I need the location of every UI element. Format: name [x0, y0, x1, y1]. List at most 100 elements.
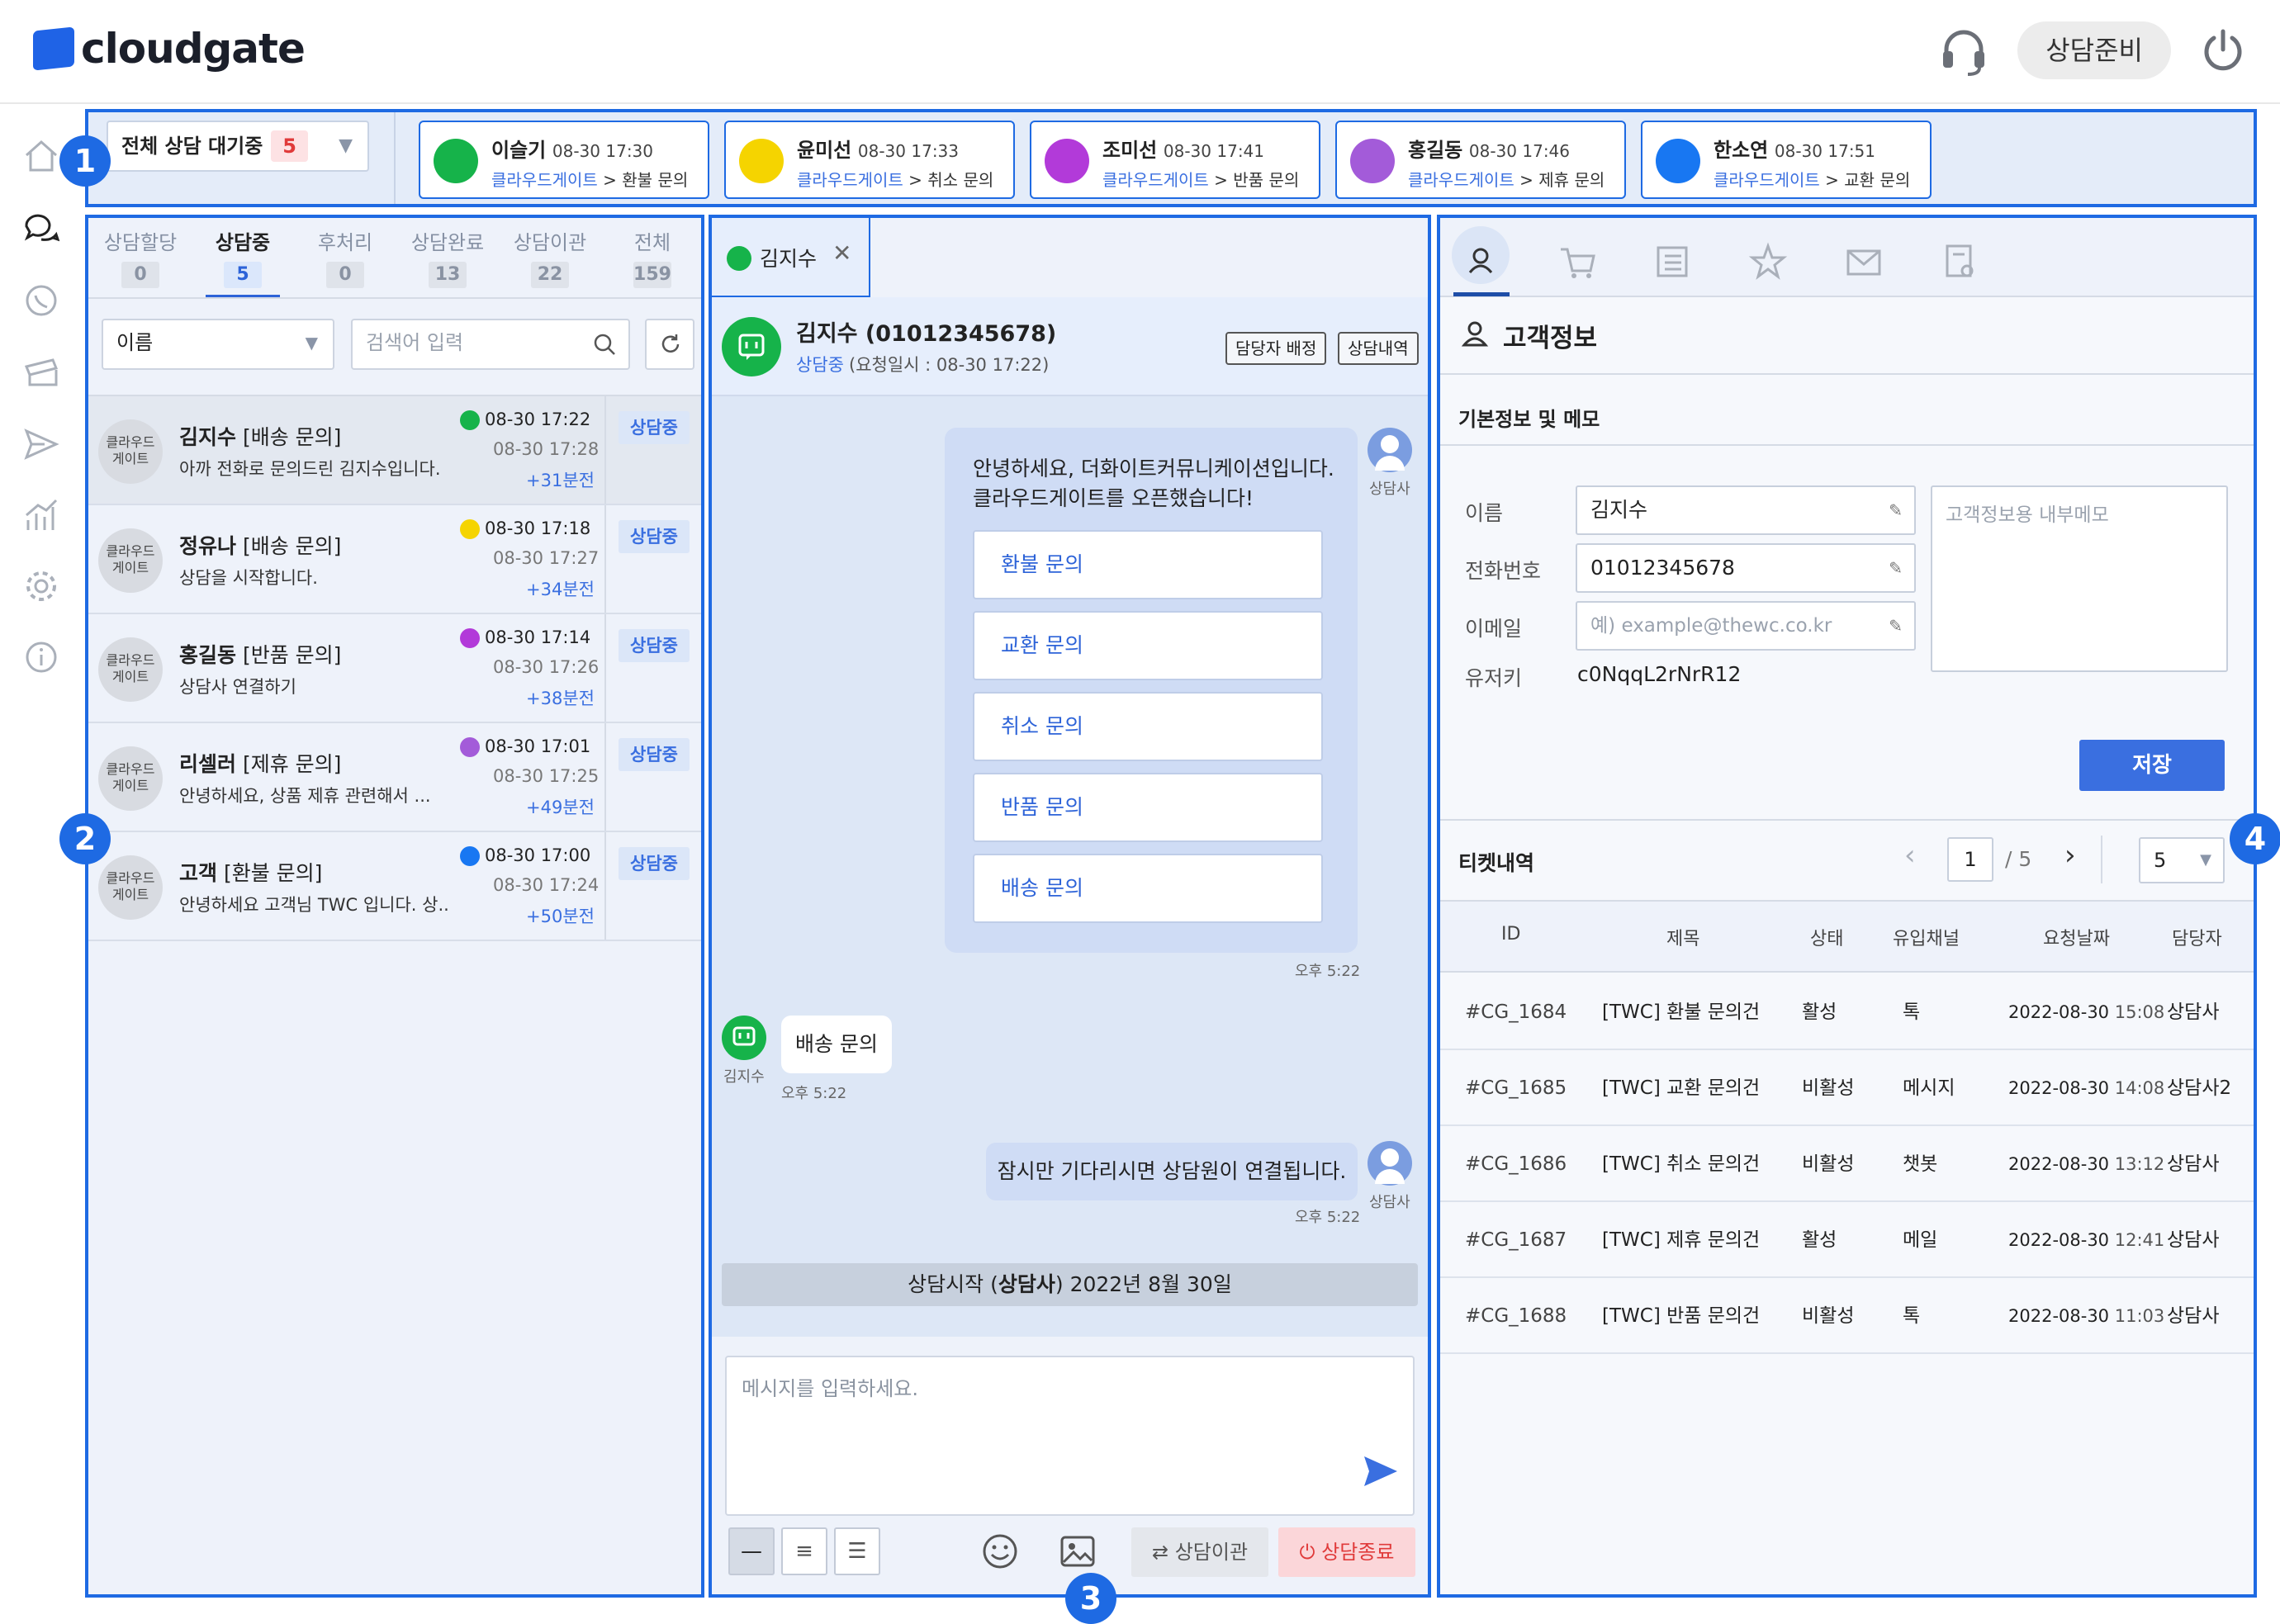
- logo[interactable]: cloudgate: [33, 25, 306, 73]
- doc-search-icon[interactable]: [1926, 230, 1993, 294]
- power-icon: ⏻: [1299, 1541, 1322, 1564]
- power-icon[interactable]: [2199, 26, 2247, 74]
- page-input[interactable]: 1: [1947, 837, 1993, 882]
- page-size-value: 5: [2154, 849, 2167, 872]
- quick-reply-option[interactable]: 환불 문의: [973, 530, 1323, 599]
- queue-card-title: 윤미선 08-30 17:33: [797, 134, 959, 163]
- save-button[interactable]: 저장: [2079, 740, 2225, 791]
- cart-icon[interactable]: [1543, 230, 1610, 294]
- chat-icon[interactable]: [23, 210, 59, 246]
- queue-filter-select[interactable]: 전체 상담 대기중 5 ▼: [107, 121, 369, 172]
- queue-card-brand: 클라우드게이트: [797, 170, 903, 190]
- name-field[interactable]: 김지수 ✎: [1576, 485, 1916, 535]
- divider: [604, 505, 606, 613]
- next-page-icon[interactable]: ›: [2064, 839, 2076, 872]
- list-tab[interactable]: 전체 159: [600, 218, 704, 297]
- headset-icon[interactable]: [1938, 25, 1989, 76]
- section-badge-2: 2: [59, 813, 111, 864]
- list-item[interactable]: 클라우드 게이트 리셀러 [제휴 문의] 안녕하세요, 상품 제휴 관련해서 ... 0…: [88, 723, 701, 832]
- image-icon[interactable]: [1059, 1532, 1097, 1570]
- status-button[interactable]: 상담준비: [2017, 21, 2171, 79]
- list-tab[interactable]: 상담완료 13: [396, 218, 500, 297]
- stats-icon[interactable]: [23, 497, 59, 533]
- customer-info-title: 고객정보: [1503, 324, 1598, 353]
- list-item[interactable]: 클라우드 게이트 홍길동 [반품 문의] 상담사 연결하기 08-30 17:14 08-…: [88, 614, 701, 723]
- ticket-state: 비활성: [1802, 1153, 1855, 1175]
- send-icon[interactable]: [23, 426, 59, 462]
- greeting-line-1: 안녕하세요, 더화이트커뮤니케이션입니다.: [973, 457, 1334, 481]
- email-field[interactable]: 예) example@thewc.co.kr ✎: [1576, 601, 1916, 651]
- star-icon[interactable]: [1734, 230, 1802, 294]
- col-owner: 담당자: [2172, 929, 2222, 949]
- ticket-date-day: 2022-08-30: [2008, 1230, 2110, 1250]
- quick-reply-option[interactable]: 반품 문의: [973, 773, 1323, 842]
- queue-card-name: 윤미선: [797, 139, 852, 162]
- ticket-title: [TWC] 환불 문의건: [1602, 1001, 1761, 1023]
- list-tab[interactable]: 상담중 5: [191, 218, 295, 297]
- align-left-button[interactable]: —: [728, 1527, 775, 1575]
- end-consultation-button[interactable]: ⏻ 상담종료: [1278, 1527, 1415, 1577]
- list-tab[interactable]: 상담할당 0: [88, 218, 192, 297]
- history-button[interactable]: 상담내역: [1338, 332, 1419, 365]
- list-tab[interactable]: 상담이관 22: [498, 218, 602, 297]
- whatsapp-icon[interactable]: [23, 282, 59, 319]
- table-row[interactable]: #CG_1686 [TWC] 취소 문의건 비활성 챗봇 상담사 2022-08-30 1…: [1440, 1126, 2254, 1202]
- search-field-select[interactable]: 이름 ▼: [102, 319, 334, 370]
- info-icon[interactable]: [23, 639, 59, 675]
- customer-name: 김지수: [179, 425, 237, 449]
- home-icon[interactable]: [23, 137, 59, 173]
- assign-agent-button[interactable]: 담당자 배정: [1225, 332, 1327, 365]
- message-input[interactable]: 메시지를 입력하세요.: [725, 1356, 1415, 1516]
- search-icon[interactable]: [592, 332, 617, 357]
- request-time: 08-30 17:01: [460, 736, 590, 757]
- align-justify-button[interactable]: ☰: [834, 1527, 880, 1575]
- queue-card[interactable]: 홍길동 08-30 17:46 클라우드게이트 > 제휴 문의: [1335, 121, 1626, 199]
- tickets-title: 티켓내역: [1458, 851, 1535, 875]
- table-row[interactable]: #CG_1684 [TWC] 환불 문의건 활성 톡 상담사 2022-08-30 15:…: [1440, 974, 2254, 1050]
- queue-card[interactable]: 조미선 08-30 17:41 클라우드게이트 > 반품 문의: [1030, 121, 1320, 199]
- chat-tab[interactable]: 김지수 ✕: [712, 218, 870, 297]
- send-icon[interactable]: [1363, 1455, 1399, 1488]
- list-item[interactable]: 클라우드 게이트 김지수 [배송 문의] 아까 전화로 문의드린 김지수입니다. 08-…: [88, 396, 701, 505]
- memo-textarea[interactable]: 고객정보용 내부메모: [1931, 485, 2228, 672]
- avatar-text: 게이트: [111, 887, 149, 902]
- close-icon[interactable]: ✕: [832, 239, 851, 267]
- align-center-button[interactable]: ≡: [781, 1527, 827, 1575]
- table-row[interactable]: #CG_1688 [TWC] 반품 문의건 비활성 톡 상담사 2022-08-30 11…: [1440, 1278, 2254, 1354]
- chat-title: 김지수 (01012345678): [796, 321, 1057, 347]
- ticket-date-time: 13:12: [2109, 1154, 2165, 1174]
- queue-card-time: 08-30 17:41: [1163, 141, 1264, 161]
- list-item[interactable]: 클라우드 게이트 고객 [환불 문의] 안녕하세요 고객님 TWC 입니다. 상.. 0…: [88, 832, 701, 941]
- transfer-button[interactable]: ⇄ 상담이관: [1131, 1527, 1268, 1577]
- refresh-button[interactable]: [645, 319, 694, 370]
- list-tab-label: 상담중: [215, 231, 271, 254]
- list-item-title: 리셀러 [제휴 문의]: [179, 748, 341, 778]
- inquiry-tag: [배송 문의]: [236, 425, 342, 449]
- mail-icon[interactable]: [1830, 230, 1898, 294]
- emoji-icon[interactable]: [981, 1532, 1019, 1570]
- phone-field[interactable]: 01012345678 ✎: [1576, 543, 1916, 593]
- table-row[interactable]: #CG_1687 [TWC] 제휴 문의건 활성 메일 상담사 2022-08-30 12…: [1440, 1202, 2254, 1278]
- queue-card-topic: 클라우드게이트 > 반품 문의: [1102, 167, 1299, 191]
- ticket-icon[interactable]: [23, 353, 59, 390]
- gear-icon[interactable]: [23, 568, 59, 604]
- prev-page-icon[interactable]: ‹: [1904, 839, 1916, 872]
- quick-reply-option[interactable]: 취소 문의: [973, 692, 1323, 761]
- search-input[interactable]: 검색어 입력: [351, 319, 630, 370]
- queue-card[interactable]: 이슬기 08-30 17:30 클라우드게이트 > 환불 문의: [419, 121, 709, 199]
- list-item[interactable]: 클라우드 게이트 정유나 [배송 문의] 상담을 시작합니다. 08-30 17:18 0…: [88, 505, 701, 614]
- queue-card[interactable]: 윤미선 08-30 17:33 클라우드게이트 > 취소 문의: [724, 121, 1015, 199]
- divider: [1440, 444, 2254, 446]
- queue-card[interactable]: 한소연 08-30 17:51 클라우드게이트 > 교환 문의: [1641, 121, 1932, 199]
- list-icon[interactable]: [1638, 230, 1706, 294]
- page-total: / 5: [2005, 847, 2032, 871]
- update-time: 08-30 17:27: [493, 548, 600, 568]
- list-tab[interactable]: 후처리 0: [293, 218, 397, 297]
- quick-reply-option[interactable]: 교환 문의: [973, 611, 1323, 680]
- quick-reply-option[interactable]: 배송 문의: [973, 854, 1323, 923]
- table-row[interactable]: #CG_1685 [TWC] 교환 문의건 비활성 메시지 상담사2 2022-08-30…: [1440, 1050, 2254, 1126]
- caret-down-icon: ▼: [305, 333, 318, 353]
- waiting-queue-bar: 전체 상담 대기중 5 ▼ 이슬기 08-30 17:30 클라우드게이트 > 환불…: [85, 109, 2257, 207]
- page-size-select[interactable]: 5 ▼: [2139, 837, 2225, 883]
- user-icon[interactable]: [1447, 230, 1514, 294]
